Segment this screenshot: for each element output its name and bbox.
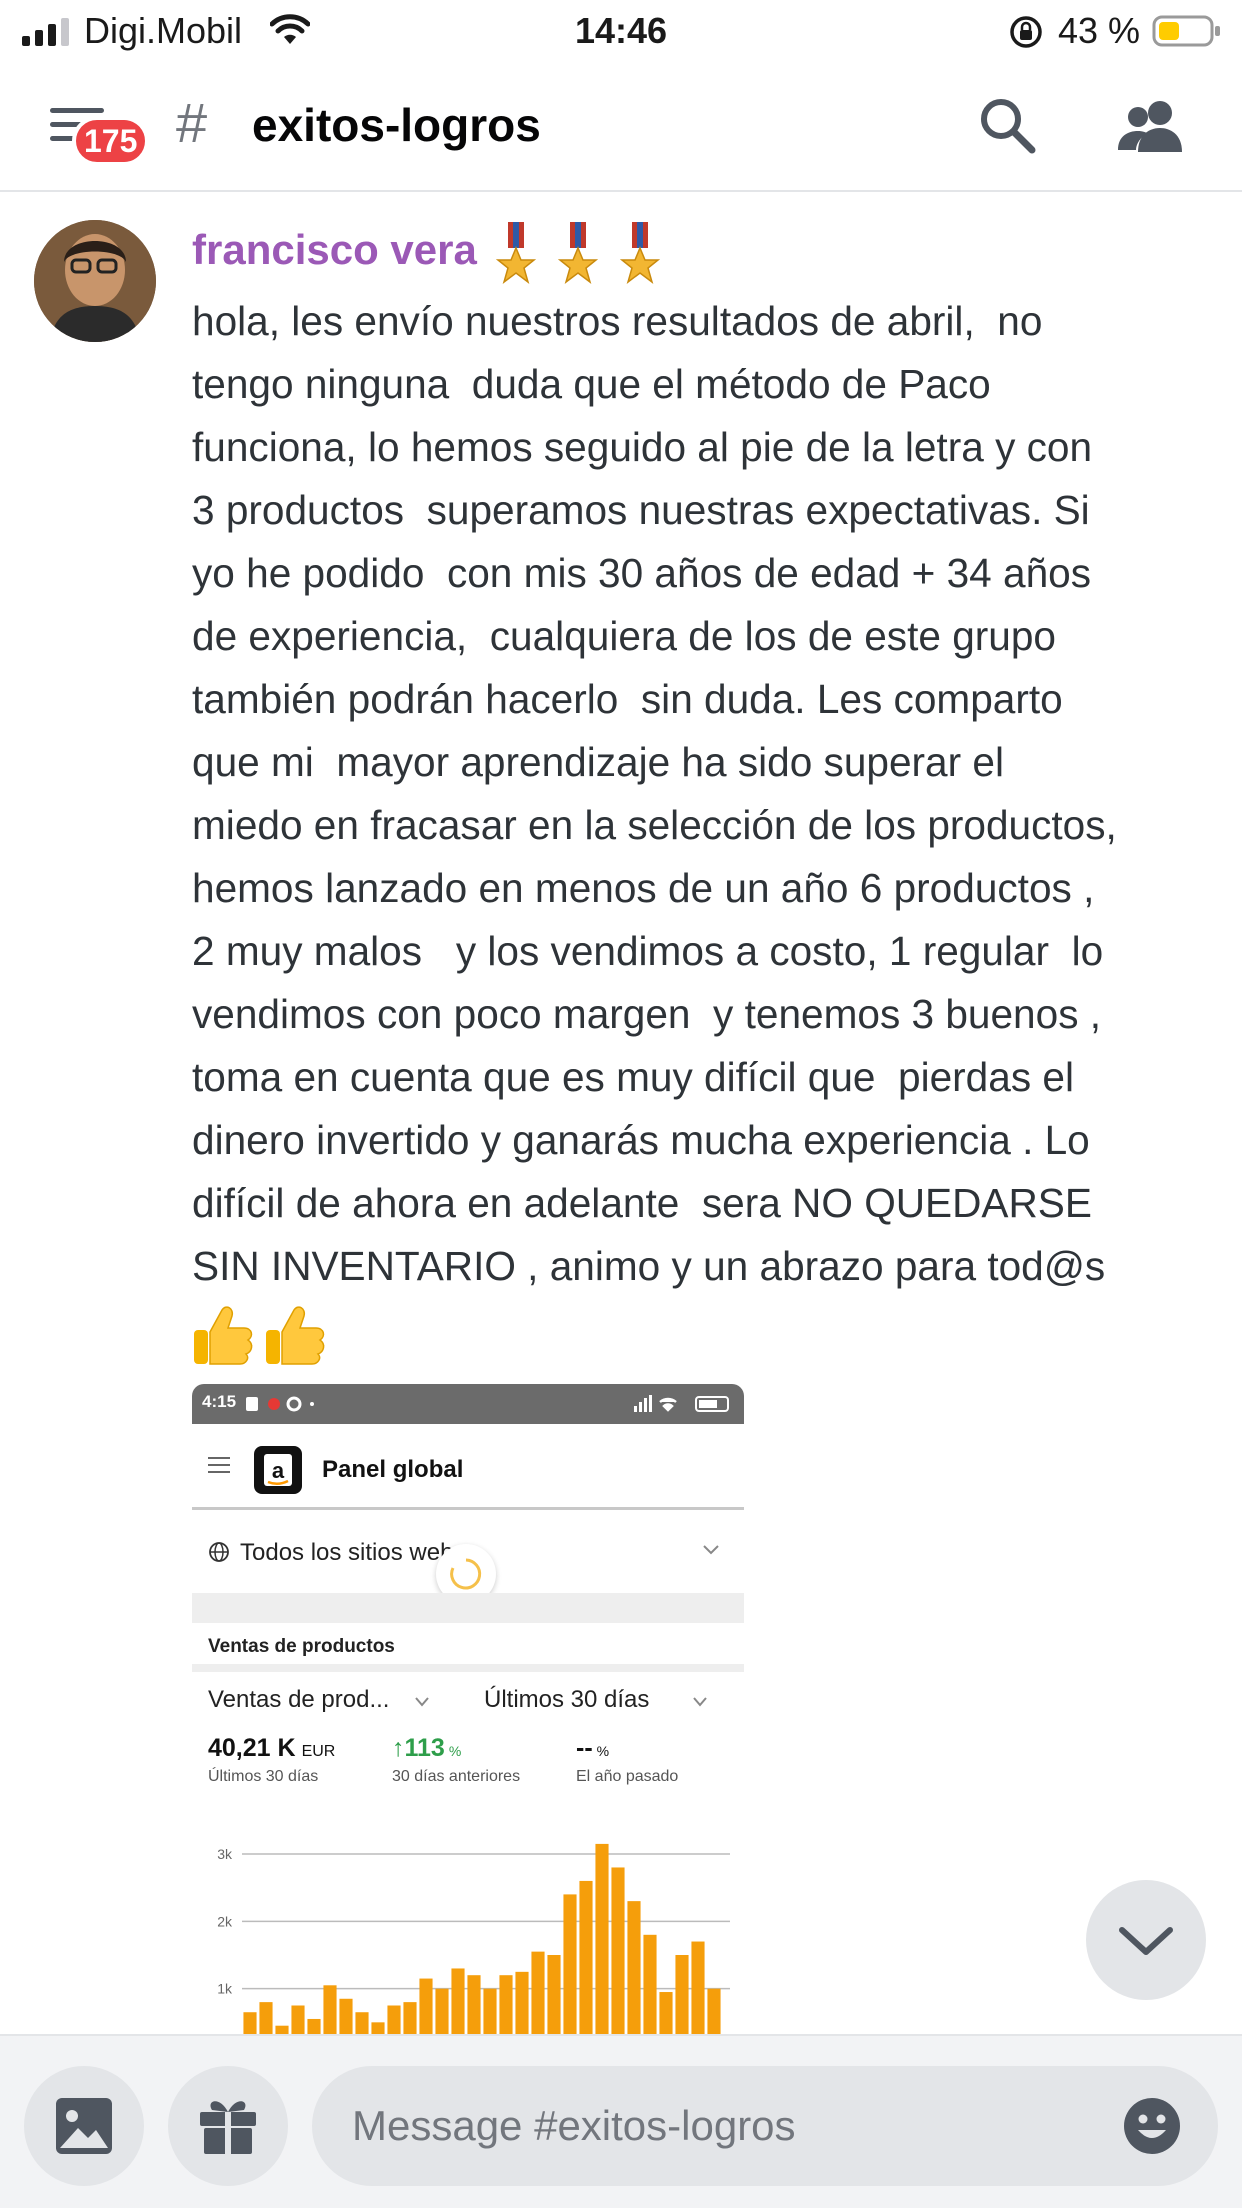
kpi-label: 30 días anteriores <box>392 1768 521 1785</box>
image-icon <box>56 2098 112 2154</box>
chart-bar <box>707 1988 721 2034</box>
chart-bar <box>275 2025 289 2034</box>
chevron-down-icon <box>415 1697 429 1707</box>
attachment-status-time: 4:15 <box>202 1392 237 1411</box>
chart-bar <box>627 1901 641 2034</box>
author-name[interactable]: francisco vera <box>192 226 477 274</box>
battery-percent: 43 % <box>1058 10 1141 51</box>
chart-y-tick-label: 2k <box>217 1913 233 1929</box>
message-composer <box>0 2034 1242 2208</box>
chart-bar <box>419 1978 433 2034</box>
chart-bar <box>675 1955 689 2034</box>
attachment-title: Panel global <box>322 1456 464 1483</box>
chart-bar <box>483 1988 497 2034</box>
chart-bar <box>291 2005 305 2034</box>
amazon-seller-logo: a <box>254 1446 302 1494</box>
attachment-battery-icon <box>634 1395 729 1412</box>
message-input-container[interactable] <box>312 2066 1218 2186</box>
kpi-unit: % <box>448 1743 462 1759</box>
svg-text:a: a <box>272 1458 285 1483</box>
thumbs-up-emoji-icon <box>194 1306 325 1365</box>
channel-title[interactable]: exitos-logros <box>252 98 541 152</box>
chart-y-tick-label: 3k <box>217 1846 233 1862</box>
attachment-section-title: Ventas de productos <box>208 1636 395 1657</box>
chevron-down-icon <box>703 1545 719 1555</box>
chart-bar <box>243 2012 257 2034</box>
chart-bar <box>643 1934 657 2034</box>
attachment-app-bar: a Panel global <box>192 1424 744 1510</box>
chart-bar <box>563 1894 577 2034</box>
chart-bar <box>387 2005 401 2034</box>
kpi-unit: % <box>596 1743 610 1759</box>
chart-bar <box>691 1941 705 2034</box>
message-text: hola, les envío nuestros resultados de a… <box>192 298 1117 1289</box>
sales-bar-chart: 1k 2k 3k <box>217 1843 730 2034</box>
members-icon[interactable] <box>1116 98 1186 154</box>
notification-icons <box>246 1396 314 1412</box>
hashtag-icon: # <box>176 91 208 154</box>
image-attachment[interactable]: 4:15 a Panel global Todos los sitios web… <box>192 1384 744 2034</box>
chart-bar <box>403 2002 417 2034</box>
chart-bar <box>515 1971 529 2034</box>
search-icon[interactable] <box>978 96 1036 154</box>
avatar-image <box>34 220 156 342</box>
chart-bar <box>579 1880 593 2034</box>
rotation-lock-icon <box>1010 16 1042 48</box>
gift-button[interactable] <box>168 2066 288 2186</box>
chart-bar <box>499 1975 513 2034</box>
chart-bar <box>307 2018 321 2034</box>
chart-bar <box>451 1968 465 2034</box>
gift-icon <box>200 2101 256 2154</box>
kpi-value: 40,21 K EUR <box>208 1734 336 1762</box>
kpi-value: ↑113% <box>392 1734 462 1762</box>
attachment-divider <box>192 1593 744 1623</box>
status-bar: Digi.Mobil 14:46 43 % <box>0 0 1242 66</box>
chart-y-tick-label: 1k <box>217 1981 233 1997</box>
attachment-status-bar: 4:15 <box>192 1384 744 1424</box>
kpi-label: El año pasado <box>576 1768 679 1785</box>
chevron-down-icon <box>1119 1927 1173 1955</box>
battery-icon <box>1152 15 1220 47</box>
globe-icon <box>209 1542 229 1562</box>
medal-emoji-icon <box>496 222 661 284</box>
unread-badge: 175 <box>72 116 150 166</box>
attachment-divider <box>192 1664 744 1672</box>
chart-bar <box>531 1951 545 2034</box>
emoji-picker-icon[interactable] <box>1122 2096 1182 2156</box>
jump-to-bottom-button[interactable] <box>1086 1880 1206 2000</box>
attach-image-button[interactable] <box>24 2066 144 2186</box>
attachment-period-select: Últimos 30 días <box>484 1686 650 1713</box>
chevron-down-icon <box>693 1697 707 1707</box>
clock: 14:46 <box>574 10 668 51</box>
chart-bar <box>435 1988 449 2034</box>
kpi-value: --% <box>576 1734 610 1762</box>
chart-bar <box>659 1992 673 2034</box>
author-avatar[interactable] <box>34 220 156 342</box>
chart-bar <box>611 1867 625 2034</box>
chart-bar <box>259 2002 273 2034</box>
message-input[interactable] <box>352 2066 1112 2186</box>
kpi-label: Últimos 30 días <box>208 1768 319 1785</box>
chart-bar <box>595 1843 609 2034</box>
channel-header: 175 # exitos-logros <box>0 66 1242 192</box>
chart-bar <box>355 2012 369 2034</box>
attachment-metric-select: Ventas de prod... <box>208 1686 390 1713</box>
chart-bar <box>323 1985 337 2034</box>
kpi-unit: EUR <box>301 1743 336 1760</box>
chart-bar <box>371 2022 385 2034</box>
chart-bar <box>547 1955 561 2034</box>
chart-bar <box>467 1975 481 2034</box>
chart-bar <box>339 1998 353 2034</box>
attachment-menu-icon <box>208 1457 230 1473</box>
